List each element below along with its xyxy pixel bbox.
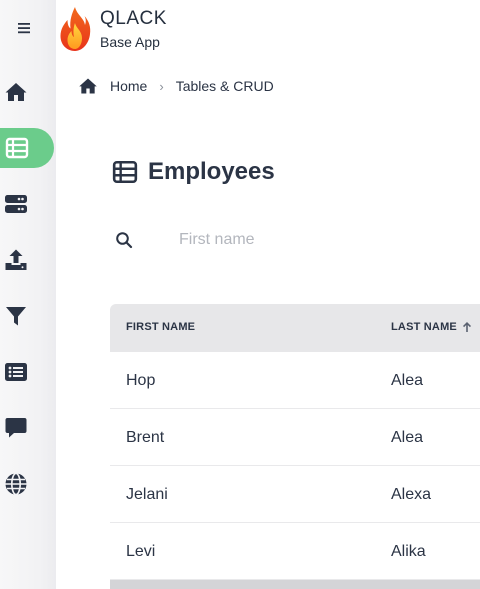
globe-icon xyxy=(5,472,27,496)
sidebar-item-tables[interactable] xyxy=(0,128,54,168)
sort-ascending-icon[interactable] xyxy=(461,321,473,333)
breadcrumb: Home › Tables & CRUD xyxy=(78,76,274,96)
sidebar-item-server[interactable] xyxy=(0,184,56,224)
table-icon xyxy=(112,160,138,184)
cell-last-name: Alea xyxy=(391,372,424,389)
cell-first-name: Levi xyxy=(126,543,156,560)
breadcrumb-home-link[interactable]: Home xyxy=(110,78,147,94)
menu-toggle-button[interactable] xyxy=(14,18,34,38)
cell-first-name: Brent xyxy=(126,429,165,446)
sidebar-item-filter[interactable] xyxy=(0,296,56,336)
page-title-text: Employees xyxy=(148,158,275,185)
breadcrumb-current: Tables & CRUD xyxy=(175,78,274,94)
column-header-last-name[interactable]: LAST NAME xyxy=(391,321,473,333)
sidebar xyxy=(0,0,56,589)
sidebar-item-list[interactable] xyxy=(0,352,56,392)
upload-icon xyxy=(5,249,27,270)
table-row[interactable]: Jelani Alexa xyxy=(110,466,480,523)
cell-first-name: Jelani xyxy=(126,486,168,503)
table-row[interactable]: Brent Alea xyxy=(110,409,480,466)
chevron-right-icon: › xyxy=(159,78,164,94)
cell-last-name: Alexa xyxy=(391,486,432,503)
column-header-last-name-label: LAST NAME xyxy=(391,321,457,333)
table-row[interactable]: Levi Alika xyxy=(110,523,480,580)
cell-last-name: Alika xyxy=(391,543,426,560)
app-title: QLACK xyxy=(100,8,167,29)
sidebar-item-home[interactable] xyxy=(0,72,56,112)
employees-table: FIRST NAME LAST NAME Hop Alea Brent Alea… xyxy=(110,304,480,589)
chat-icon xyxy=(5,418,27,438)
flame-logo-icon xyxy=(60,7,91,51)
table-footer xyxy=(110,580,480,589)
list-icon xyxy=(5,363,27,381)
sidebar-item-chat[interactable] xyxy=(0,408,56,448)
table-icon xyxy=(5,137,29,159)
home-icon[interactable] xyxy=(78,76,98,96)
page-title: Employees xyxy=(112,158,275,186)
server-icon xyxy=(5,195,27,213)
first-name-search-input[interactable] xyxy=(165,226,465,254)
search-icon xyxy=(116,232,133,249)
home-icon xyxy=(5,83,27,101)
cell-last-name: Alea xyxy=(391,429,424,446)
table-row[interactable]: Hop Alea xyxy=(110,352,480,409)
app-subtitle: Base App xyxy=(100,34,160,50)
filter-icon xyxy=(6,307,26,326)
table-header: FIRST NAME LAST NAME xyxy=(110,304,480,352)
sidebar-item-upload[interactable] xyxy=(0,240,56,280)
column-header-first-name[interactable]: FIRST NAME xyxy=(126,321,195,333)
cell-first-name: Hop xyxy=(126,372,156,389)
sidebar-item-globe[interactable] xyxy=(0,464,56,504)
hamburger-icon xyxy=(18,23,30,34)
